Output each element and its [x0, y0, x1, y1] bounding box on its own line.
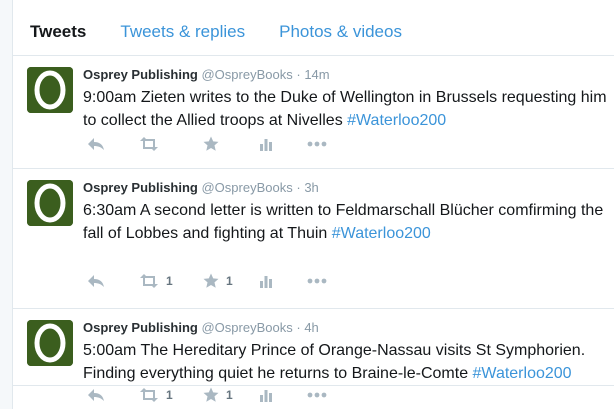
favorite-count: 1	[226, 388, 233, 402]
tweet-body: 9:00am Zieten writes to the Duke of Well…	[83, 89, 607, 129]
osprey-logo-icon	[27, 67, 73, 113]
bar-chart-icon	[260, 276, 272, 288]
favorite-button[interactable]: 1	[203, 387, 259, 403]
more-button[interactable]	[307, 141, 327, 147]
tab-tweets-and-replies[interactable]: Tweets & replies	[120, 22, 245, 55]
tweet-time[interactable]: 4h	[304, 320, 318, 335]
profile-timeline: Tweets Tweets & replies Photos & videos …	[12, 0, 614, 409]
hashtag-link[interactable]: #Waterloo200	[347, 112, 446, 129]
reply-button[interactable]	[87, 137, 139, 151]
more-button[interactable]	[307, 278, 327, 284]
tweet-actions	[87, 134, 327, 154]
tweet-actions: 1 1	[87, 271, 327, 291]
more-dots-icon	[307, 392, 327, 398]
osprey-logo-icon	[27, 320, 73, 366]
tab-tweets[interactable]: Tweets	[30, 22, 86, 55]
osprey-logo-icon	[27, 180, 73, 226]
tweet-time[interactable]: 14m	[304, 67, 329, 82]
tweet[interactable]: Osprey Publishing @OspreyBooks · 14m 9:0…	[13, 56, 614, 169]
stats-button[interactable]	[259, 388, 307, 402]
favorite-button[interactable]: 1	[203, 273, 259, 289]
reply-button[interactable]	[87, 274, 139, 288]
author-handle[interactable]: @OspreyBooks	[201, 320, 292, 335]
retweet-button[interactable]: 1	[139, 388, 203, 402]
author-name[interactable]: Osprey Publishing	[83, 67, 198, 82]
more-button[interactable]	[307, 392, 327, 398]
retweet-icon	[140, 388, 158, 402]
separator-dot: ·	[296, 320, 301, 335]
tweet-header: Osprey Publishing @OspreyBooks · 4h	[83, 319, 614, 337]
retweet-icon	[140, 274, 158, 288]
bar-chart-icon	[260, 390, 272, 402]
tweet[interactable]: Osprey Publishing @OspreyBooks · 4h 5:00…	[13, 309, 614, 402]
author-handle[interactable]: @OspreyBooks	[201, 180, 292, 195]
reply-icon	[88, 389, 104, 401]
favorite-count: 1	[226, 274, 233, 288]
separator-dot: ·	[296, 67, 301, 82]
avatar[interactable]	[27, 320, 73, 366]
stats-button[interactable]	[259, 274, 307, 288]
more-dots-icon	[307, 141, 327, 147]
retweet-icon	[140, 137, 158, 151]
retweet-count: 1	[166, 274, 173, 288]
avatar[interactable]	[27, 180, 73, 226]
hashtag-link[interactable]: #Waterloo200	[473, 365, 572, 382]
stats-button[interactable]	[259, 137, 307, 151]
avatar[interactable]	[27, 67, 73, 113]
tab-photos-and-videos[interactable]: Photos & videos	[279, 22, 402, 55]
retweet-button[interactable]: 1	[139, 274, 203, 288]
tweet-actions: 1 1	[87, 385, 327, 405]
star-icon	[203, 387, 219, 402]
reply-icon	[88, 138, 104, 150]
more-dots-icon	[307, 278, 327, 284]
reply-icon	[88, 275, 104, 287]
timeline-tabs: Tweets Tweets & replies Photos & videos	[13, 0, 614, 56]
tweet-time[interactable]: 3h	[304, 180, 318, 195]
tweet-header: Osprey Publishing @OspreyBooks · 3h	[83, 179, 614, 197]
star-icon	[203, 136, 219, 151]
tweet[interactable]: Osprey Publishing @OspreyBooks · 3h 6:30…	[13, 169, 614, 309]
author-handle[interactable]: @OspreyBooks	[201, 67, 292, 82]
tweet-text: 5:00am The Hereditary Prince of Orange-N…	[83, 339, 614, 385]
tweet-text: 9:00am Zieten writes to the Duke of Well…	[83, 86, 614, 132]
tweet-text: 6:30am A second letter is written to Fel…	[83, 199, 614, 245]
separator-dot: ·	[296, 180, 301, 195]
author-name[interactable]: Osprey Publishing	[83, 320, 198, 335]
retweet-count: 1	[166, 388, 173, 402]
star-icon	[203, 273, 219, 288]
author-name[interactable]: Osprey Publishing	[83, 180, 198, 195]
bar-chart-icon	[260, 139, 272, 151]
favorite-button[interactable]	[203, 136, 259, 152]
hashtag-link[interactable]: #Waterloo200	[332, 225, 431, 242]
tweet-header: Osprey Publishing @OspreyBooks · 14m	[83, 66, 614, 84]
retweet-button[interactable]	[139, 137, 203, 151]
reply-button[interactable]	[87, 388, 139, 402]
